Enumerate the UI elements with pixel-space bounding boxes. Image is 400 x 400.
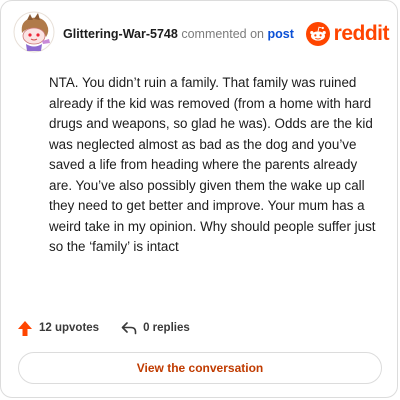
reply-action[interactable]: 0 replies xyxy=(121,321,190,335)
upvote-arrow-icon xyxy=(18,320,32,336)
upvote-action[interactable]: 12 upvotes xyxy=(17,320,99,337)
upvote-count: 12 upvotes xyxy=(39,322,100,334)
reddit-logo[interactable]: reddit xyxy=(305,21,390,47)
comment-text: NTA. You didn’t ruin a family. That fami… xyxy=(49,75,376,254)
username-link[interactable]: Glittering-War-5748 xyxy=(63,27,178,41)
user-avatar[interactable] xyxy=(13,11,55,53)
byline: Glittering-War-5748 commented on post xyxy=(63,27,294,41)
comment-card: Glittering-War-5748 commented on post re… xyxy=(0,0,398,398)
commented-on-text: commented on xyxy=(181,27,265,41)
reply-arrow-icon xyxy=(121,322,137,335)
reddit-snoo-icon xyxy=(305,22,330,46)
comment-actions: 12 upvotes 0 replies xyxy=(17,318,212,338)
comment-header: Glittering-War-5748 commented on post re… xyxy=(13,11,390,55)
reply-count: 0 replies xyxy=(143,322,190,334)
post-link[interactable]: post xyxy=(268,27,294,41)
view-conversation-button[interactable]: View the conversation xyxy=(18,352,382,384)
reddit-wordmark: reddit xyxy=(333,22,390,45)
